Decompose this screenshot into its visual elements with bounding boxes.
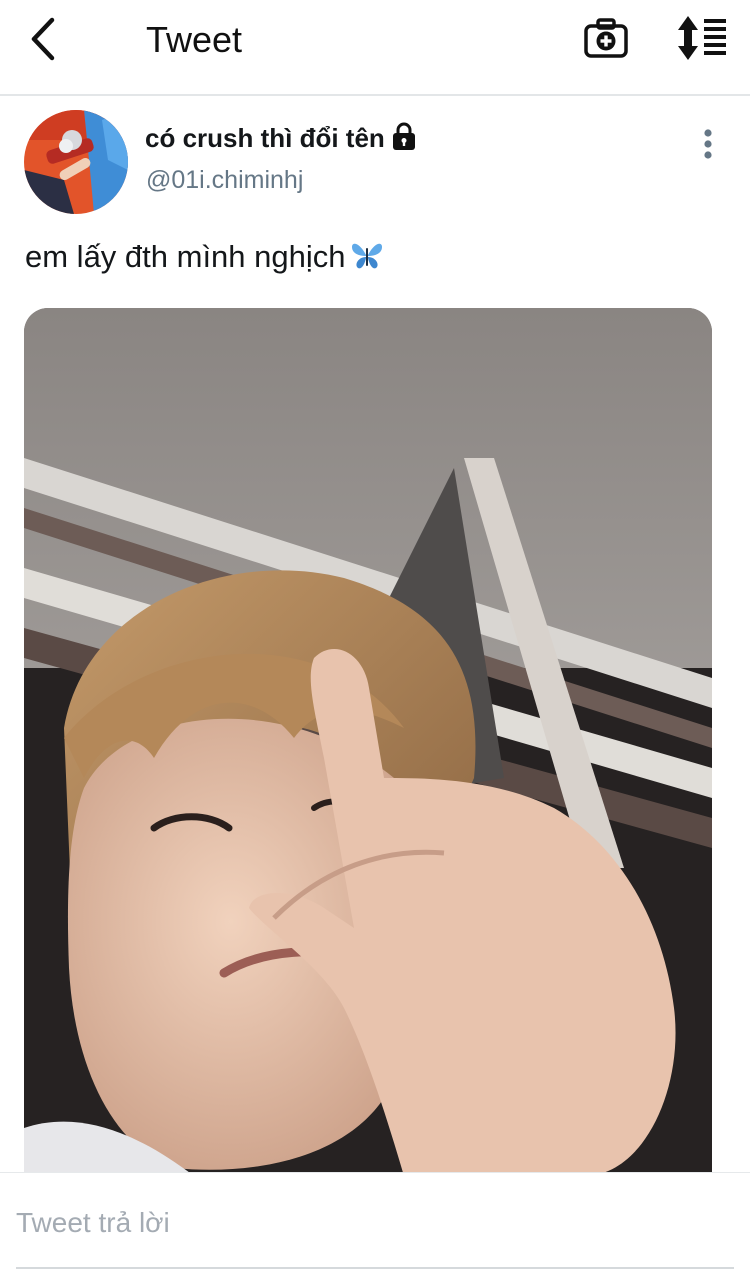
author-handle[interactable]: @01i.chiminhj <box>146 166 303 195</box>
reply-divider <box>16 1267 734 1269</box>
tweet-text: em lấy đth mình nghịch <box>25 239 384 275</box>
sort-list-icon <box>678 16 726 60</box>
more-vertical-icon <box>704 129 712 159</box>
avatar-image <box>24 110 128 214</box>
lock-icon <box>391 121 417 151</box>
page-title: Tweet <box>146 19 243 60</box>
camera-button[interactable] <box>582 14 630 62</box>
back-button[interactable] <box>22 14 68 64</box>
avatar[interactable] <box>24 110 128 214</box>
butterfly-icon <box>350 241 384 271</box>
reply-input[interactable] <box>16 1191 734 1255</box>
reply-bar <box>0 1172 750 1277</box>
top-bar: Tweet <box>0 0 750 96</box>
camera-plus-icon <box>584 18 628 58</box>
tweet-text-content: em lấy đth mình nghịch <box>25 239 346 274</box>
author-name[interactable]: có crush thì đổi tên <box>145 121 417 154</box>
sort-button[interactable] <box>674 14 730 62</box>
author-name-text: có crush thì đổi tên <box>145 123 385 153</box>
photo-icon <box>24 308 712 1176</box>
more-options-button[interactable] <box>694 124 722 164</box>
tweet-photo[interactable] <box>24 308 712 1176</box>
chevron-left-icon <box>31 17 55 61</box>
